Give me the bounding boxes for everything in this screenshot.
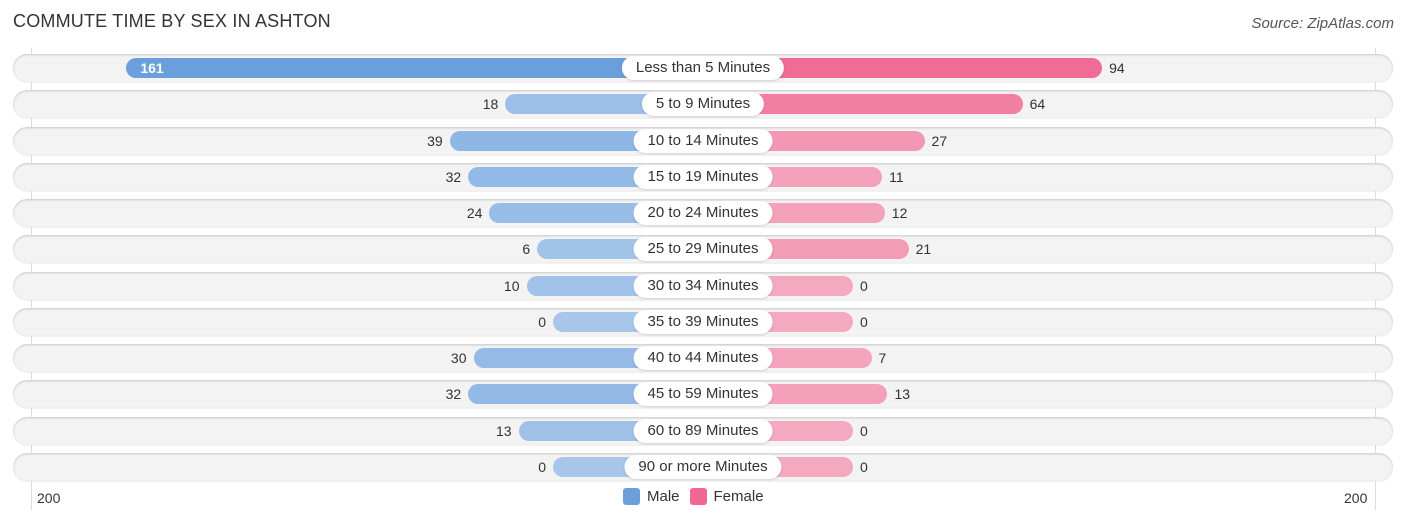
value-label-male: 6 bbox=[522, 241, 531, 258]
category-label: 40 to 44 Minutes bbox=[633, 346, 773, 370]
value-label-female: 0 bbox=[860, 422, 868, 439]
value-label-male: 39 bbox=[427, 132, 443, 149]
category-label: 20 to 24 Minutes bbox=[633, 201, 773, 225]
legend-label-male: Male bbox=[647, 488, 680, 505]
category-label: 25 to 29 Minutes bbox=[633, 237, 773, 262]
category-label: 35 to 39 Minutes bbox=[633, 309, 773, 334]
legend-swatch-female bbox=[689, 488, 707, 505]
category-label: 10 to 14 Minutes bbox=[633, 128, 773, 153]
value-label-female: 27 bbox=[931, 132, 948, 149]
value-label-male: 0 bbox=[538, 458, 546, 475]
value-label-female: 7 bbox=[878, 350, 887, 366]
legend-item-female: Female bbox=[689, 488, 764, 505]
bar-male bbox=[126, 58, 703, 78]
value-label-female: 13 bbox=[894, 386, 911, 403]
category-label: 90 or more Minutes bbox=[624, 454, 782, 479]
category-label: 45 to 59 Minutes bbox=[633, 382, 773, 407]
value-label-female: 11 bbox=[889, 168, 904, 185]
value-label-male: 30 bbox=[450, 350, 467, 366]
value-label-female: 0 bbox=[860, 277, 868, 294]
value-label-male: 13 bbox=[495, 422, 512, 439]
legend-swatch-male bbox=[623, 488, 640, 505]
legend: Male Female bbox=[623, 488, 774, 505]
tick-label-left: 200 bbox=[37, 490, 61, 506]
value-label-female: 0 bbox=[860, 458, 868, 475]
category-label: 15 to 19 Minutes bbox=[633, 164, 773, 189]
legend-label-female: Female bbox=[713, 488, 764, 505]
value-label-female: 64 bbox=[1029, 96, 1046, 113]
value-label-male: 161 bbox=[140, 60, 164, 76]
value-label-female: 21 bbox=[915, 241, 932, 258]
value-label-female: 12 bbox=[891, 205, 908, 221]
value-label-male: 32 bbox=[445, 386, 462, 403]
tick-label-right: 200 bbox=[1344, 490, 1368, 506]
source-label: Source: ZipAtlas.com bbox=[1251, 15, 1394, 32]
category-label: Less than 5 Minutes bbox=[621, 56, 785, 80]
category-label: 30 to 34 Minutes bbox=[633, 273, 773, 298]
legend-item-male: Male bbox=[623, 488, 680, 505]
value-label-male: 10 bbox=[503, 277, 520, 294]
value-label-male: 32 bbox=[445, 168, 462, 185]
category-label: 60 to 89 Minutes bbox=[633, 418, 773, 443]
value-label-female: 94 bbox=[1109, 60, 1125, 76]
value-label-male: 18 bbox=[482, 96, 499, 113]
value-label-female: 0 bbox=[860, 313, 868, 330]
value-label-male: 24 bbox=[466, 205, 483, 221]
value-label-male: 0 bbox=[538, 313, 546, 330]
category-label: 5 to 9 Minutes bbox=[641, 92, 765, 117]
chart-title: COMMUTE TIME BY SEX IN ASHTON bbox=[13, 11, 331, 31]
